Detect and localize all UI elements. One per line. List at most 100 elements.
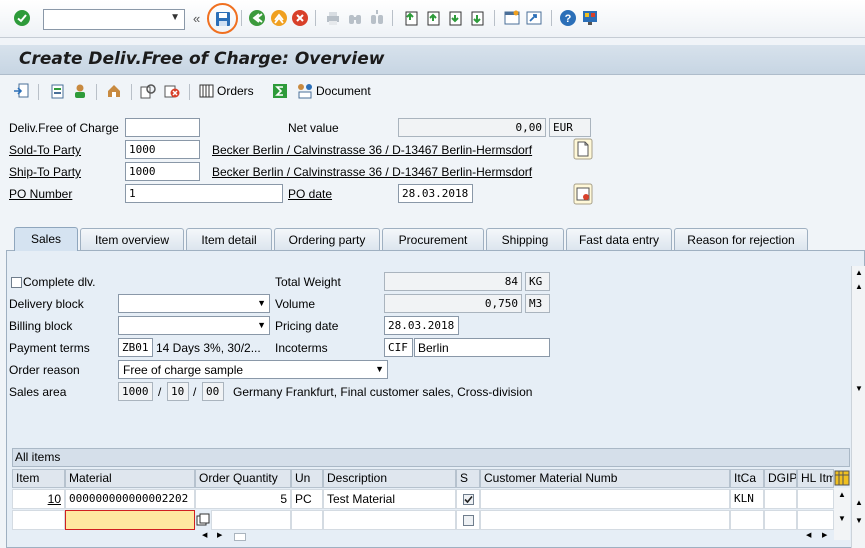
scroll-up-icon[interactable]: ▲ bbox=[838, 490, 846, 499]
document-icon[interactable] bbox=[297, 83, 313, 99]
pricing-date-field[interactable]: 28.03.2018 bbox=[384, 316, 459, 335]
exit-icon[interactable] bbox=[270, 9, 288, 27]
scroll-thumb[interactable] bbox=[234, 533, 246, 541]
scroll-up-icon[interactable]: ▲ bbox=[855, 498, 863, 507]
sum-icon[interactable] bbox=[272, 83, 288, 99]
find-icon[interactable] bbox=[346, 9, 364, 27]
value-help-icon[interactable] bbox=[196, 513, 210, 527]
previous-page-icon[interactable] bbox=[424, 9, 442, 27]
print-icon[interactable] bbox=[324, 9, 342, 27]
po-date-field[interactable]: 28.03.2018 bbox=[398, 184, 473, 203]
column-header-s[interactable]: S bbox=[456, 469, 480, 488]
ship-to-party-name[interactable]: Becker Berlin / Calvinstrasse 36 / D-134… bbox=[212, 165, 532, 179]
ship-to-party-field[interactable]: 1000 bbox=[125, 162, 200, 181]
scroll-right-icon[interactable]: ▶ bbox=[217, 531, 222, 539]
sold-to-party-field[interactable]: 1000 bbox=[125, 140, 200, 159]
delivery-block-dropdown[interactable]: ▼ bbox=[118, 294, 270, 313]
column-header-order-quantity[interactable]: Order Quantity bbox=[195, 469, 291, 488]
tab-ordering-party[interactable]: Ordering party bbox=[274, 228, 380, 250]
unit-cell[interactable]: PC bbox=[291, 489, 323, 509]
command-field[interactable]: ▼ bbox=[43, 9, 185, 30]
scroll-down-icon[interactable]: ▼ bbox=[855, 384, 863, 393]
table-settings-icon[interactable] bbox=[834, 469, 850, 488]
shipping-icon[interactable] bbox=[106, 83, 122, 99]
unit-cell[interactable] bbox=[291, 510, 323, 530]
customize-layout-icon[interactable] bbox=[581, 9, 599, 27]
scroll-up-icon[interactable]: ▲ bbox=[855, 282, 863, 291]
billing-block-dropdown[interactable]: ▼ bbox=[118, 316, 270, 335]
itca-cell[interactable] bbox=[730, 510, 764, 530]
delete-icon[interactable] bbox=[164, 83, 180, 99]
scroll-left-icon[interactable]: ◀ bbox=[202, 531, 207, 539]
column-header-material[interactable]: Material bbox=[65, 469, 195, 488]
cancel-icon[interactable] bbox=[291, 9, 309, 27]
dgip-cell[interactable] bbox=[764, 510, 797, 530]
last-page-icon[interactable] bbox=[468, 9, 486, 27]
save-icon[interactable] bbox=[214, 10, 232, 28]
order-quantity-cell[interactable]: 5 bbox=[195, 489, 291, 509]
orders-icon[interactable] bbox=[199, 84, 214, 98]
item-cell[interactable] bbox=[12, 510, 65, 530]
order-quantity-cell[interactable] bbox=[211, 510, 291, 530]
find-next-icon[interactable] bbox=[368, 9, 386, 27]
shortcut-icon[interactable] bbox=[525, 9, 543, 27]
deliv-free-of-charge-field[interactable] bbox=[125, 118, 200, 137]
orders-button[interactable]: Orders bbox=[217, 84, 254, 98]
enter-icon[interactable] bbox=[13, 9, 31, 27]
table-vertical-scrollbar[interactable]: ▲ ▼ bbox=[834, 488, 850, 540]
dgip-cell[interactable] bbox=[764, 489, 797, 509]
s-checkbox[interactable] bbox=[463, 515, 474, 526]
sold-to-party-name[interactable]: Becker Berlin / Calvinstrasse 36 / D-134… bbox=[212, 143, 532, 157]
business-partner-icon[interactable] bbox=[72, 83, 88, 99]
customer-material-cell[interactable] bbox=[480, 510, 730, 530]
tab-sales[interactable]: Sales bbox=[14, 227, 78, 251]
ship-to-party-label[interactable]: Ship-To Party bbox=[9, 165, 81, 179]
material-input-cell[interactable] bbox=[65, 510, 195, 530]
scroll-left-icon[interactable]: ◀ bbox=[806, 531, 811, 539]
help-icon[interactable]: ? bbox=[559, 9, 577, 27]
incoterms-place-field[interactable]: Berlin bbox=[414, 338, 550, 357]
description-cell[interactable] bbox=[323, 510, 456, 530]
item-cell[interactable]: 10 bbox=[12, 489, 65, 509]
tab-fast-data-entry[interactable]: Fast data entry bbox=[566, 228, 672, 250]
tab-procurement[interactable]: Procurement bbox=[382, 228, 484, 250]
chevron-down-icon[interactable]: ▼ bbox=[170, 12, 180, 23]
payment-terms-field[interactable]: ZB01 bbox=[118, 338, 153, 357]
new-session-icon[interactable] bbox=[503, 9, 521, 27]
tab-item-overview[interactable]: Item overview bbox=[80, 228, 184, 250]
scroll-down-icon[interactable]: ▼ bbox=[838, 514, 846, 523]
scroll-down-icon[interactable]: ▼ bbox=[855, 516, 863, 525]
po-number-field[interactable]: 1 bbox=[125, 184, 283, 203]
header-detail-icon[interactable] bbox=[49, 83, 65, 99]
scroll-up-icon[interactable]: ▲ bbox=[855, 268, 863, 277]
configure-icon[interactable] bbox=[140, 83, 156, 99]
column-header-hl-itm[interactable]: HL Itm bbox=[797, 469, 834, 488]
column-header-description[interactable]: Description bbox=[323, 469, 456, 488]
hl-itm-cell[interactable] bbox=[797, 489, 834, 509]
s-checkbox[interactable] bbox=[463, 494, 474, 505]
hl-itm-cell[interactable] bbox=[797, 510, 834, 530]
customer-material-cell[interactable] bbox=[480, 489, 730, 509]
document-header-icon[interactable] bbox=[573, 138, 593, 160]
complete-delivery-checkbox[interactable] bbox=[11, 277, 22, 288]
po-date-label[interactable]: PO date bbox=[288, 187, 332, 201]
back-icon[interactable] bbox=[248, 9, 266, 27]
document-button[interactable]: Document bbox=[316, 84, 371, 98]
collapse-icon[interactable]: « bbox=[193, 11, 200, 26]
screen-vertical-scrollbar[interactable]: ▲ ▲ ▼ ▲ ▼ bbox=[851, 266, 865, 548]
purchase-order-details-icon[interactable] bbox=[573, 183, 593, 205]
itca-cell[interactable]: KLN bbox=[730, 489, 764, 509]
tab-item-detail[interactable]: Item detail bbox=[186, 228, 272, 250]
material-cell[interactable]: 000000000000002202 bbox=[65, 489, 195, 509]
column-header-customer-material[interactable]: Customer Material Numb bbox=[480, 469, 730, 488]
sold-to-party-label[interactable]: Sold-To Party bbox=[9, 143, 81, 157]
column-header-item[interactable]: Item bbox=[12, 469, 65, 488]
tab-reason-for-rejection[interactable]: Reason for rejection bbox=[674, 228, 808, 250]
display-document-flow-icon[interactable] bbox=[13, 83, 29, 99]
table-horizontal-scrollbar[interactable]: ◀ ▶ bbox=[12, 532, 252, 542]
description-cell[interactable]: Test Material bbox=[323, 489, 456, 509]
first-page-icon[interactable] bbox=[402, 9, 420, 27]
incoterms-field[interactable]: CIF bbox=[384, 338, 413, 357]
scroll-right-icon[interactable]: ▶ bbox=[822, 531, 827, 539]
column-header-itca[interactable]: ItCa bbox=[730, 469, 764, 488]
